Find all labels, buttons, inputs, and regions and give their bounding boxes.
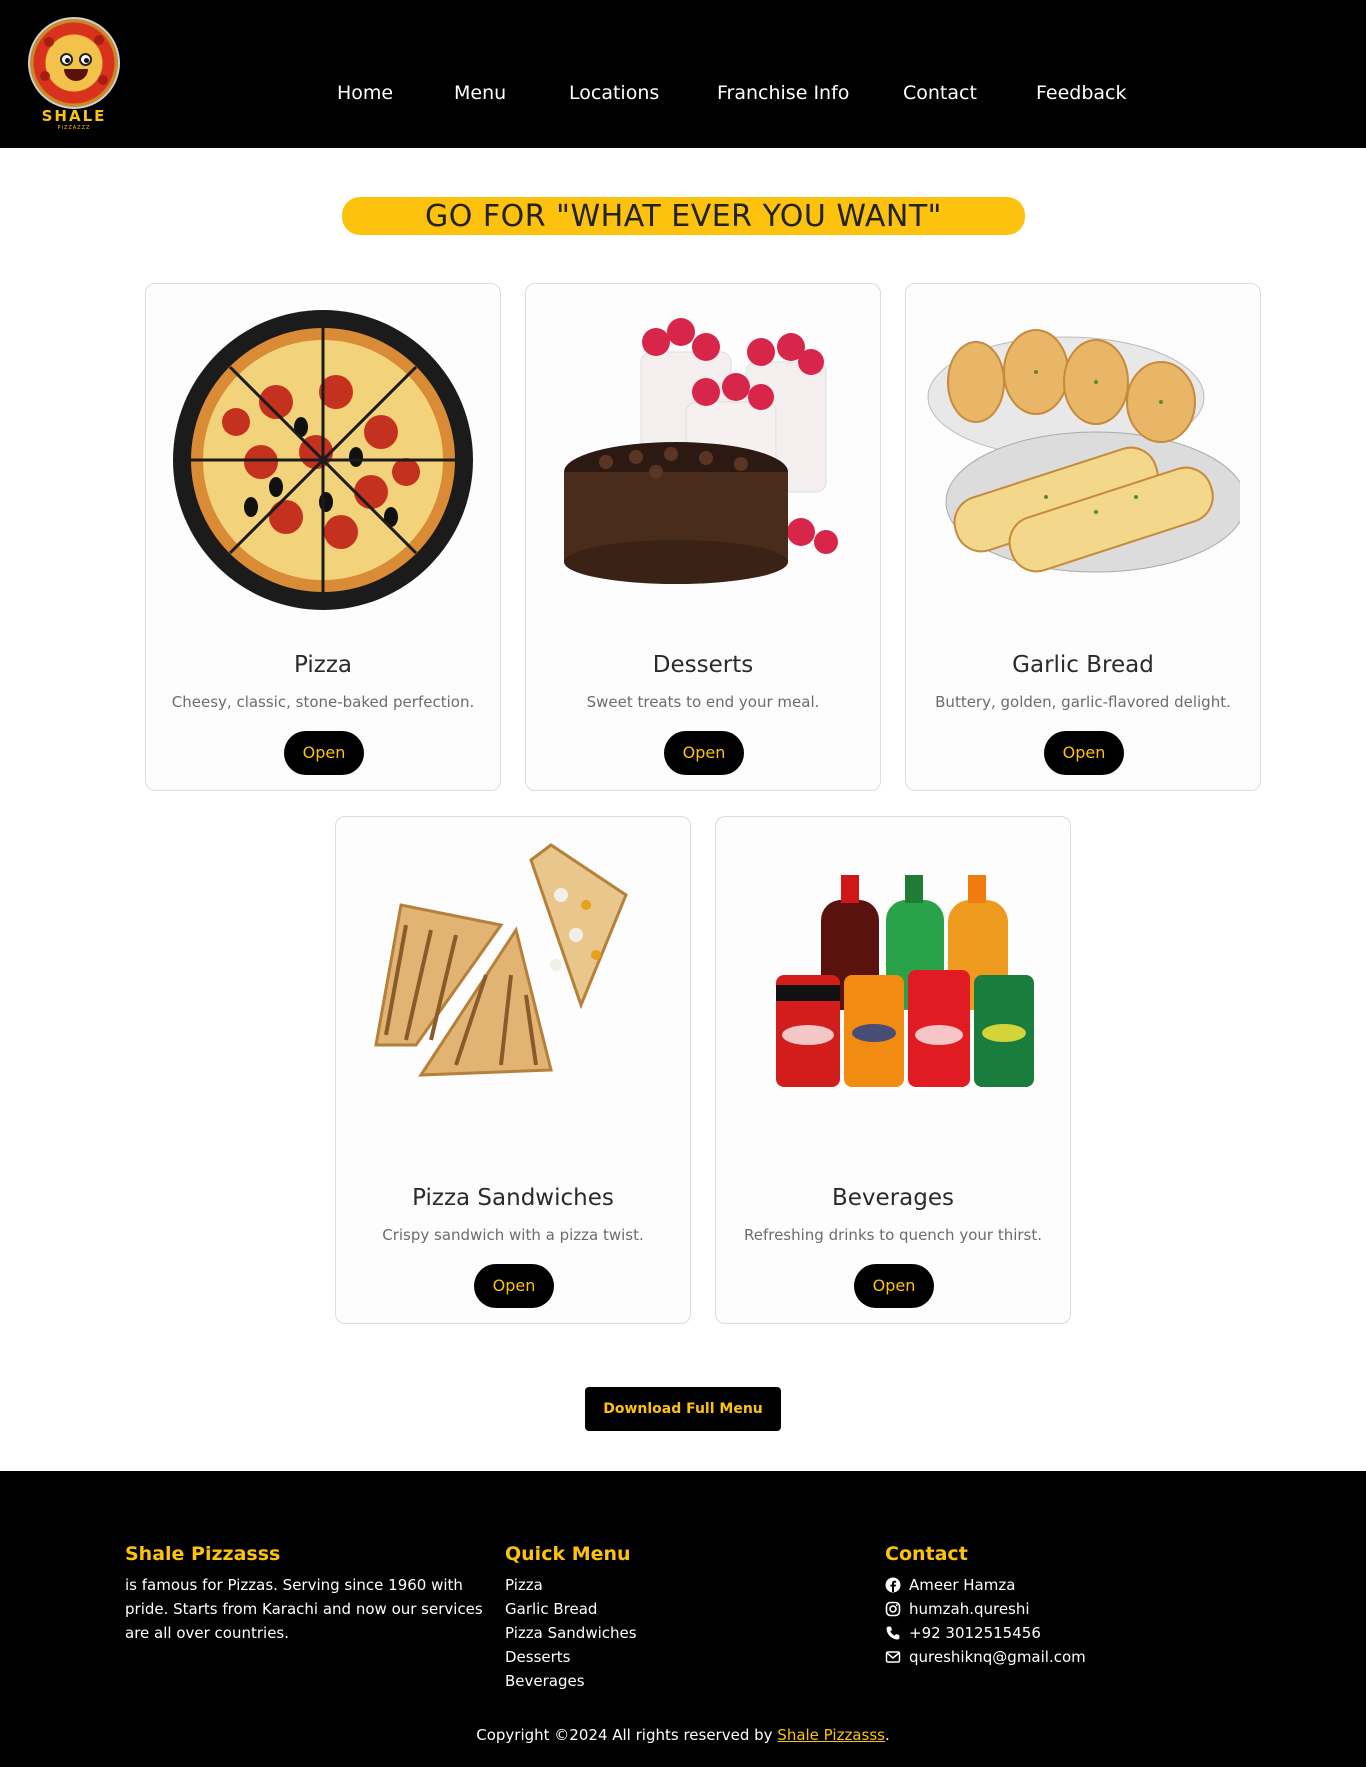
quick-menu-link[interactable]: Desserts	[505, 1645, 845, 1669]
garlic-bread-image	[927, 329, 1240, 573]
quick-menu-link[interactable]: Pizza Sandwiches	[505, 1621, 845, 1645]
contact-phone-text: +92 3012515456	[909, 1624, 1041, 1642]
contact-phone[interactable]: +92 3012515456	[885, 1621, 1225, 1645]
sandwich-image	[374, 843, 628, 1077]
download-menu-button[interactable]: Download Full Menu	[585, 1387, 781, 1431]
nav-menu[interactable]: Menu	[454, 82, 506, 104]
contact-email[interactable]: qureshiknq@gmail.com	[885, 1645, 1225, 1669]
contact-facebook[interactable]: Ameer Hamza	[885, 1573, 1225, 1597]
nav-franchise-info[interactable]: Franchise Info	[717, 82, 849, 104]
brand-logo[interactable]: SHALE PIZZAZZZ	[26, 17, 122, 132]
card-description: Crispy sandwich with a pizza twist.	[382, 1226, 644, 1244]
card-title: Garlic Bread	[1012, 652, 1154, 678]
copyright: Copyright ©2024 All rights reserved by S…	[0, 1726, 1366, 1744]
beverages-image	[776, 875, 1034, 1087]
nav-contact[interactable]: Contact	[903, 82, 977, 104]
open-pizza-sandwiches-button[interactable]: Open	[474, 1264, 554, 1308]
footer-contact-heading: Contact	[885, 1543, 968, 1565]
copyright-suffix: .	[884, 1726, 890, 1744]
card-title: Pizza	[294, 652, 352, 678]
quick-menu-link[interactable]: Garlic Bread	[505, 1597, 845, 1621]
footer-about-heading: Shale Pizzasss	[125, 1543, 281, 1565]
footer-about: Shale Pizzasss is famous for Pizzas. Ser…	[125, 1543, 490, 1645]
quick-menu-link[interactable]: Beverages	[505, 1669, 845, 1693]
card-description: Buttery, golden, garlic-flavored delight…	[935, 693, 1231, 711]
page-title: GO FOR "WHAT EVER YOU WANT"	[425, 199, 942, 234]
copyright-link[interactable]: Shale Pizzasss	[777, 1726, 885, 1744]
footer-about-text: is famous for Pizzas. Serving since 1960…	[125, 1576, 483, 1642]
facebook-icon	[885, 1577, 901, 1593]
logo-wordmark: SHALE	[41, 107, 107, 125]
copyright-text: Copyright ©2024 All rights reserved by	[476, 1726, 773, 1744]
card-description: Cheesy, classic, stone-baked perfection.	[171, 693, 475, 711]
menu-card-pizza-sandwiches: Pizza Sandwiches Crispy sandwich with a …	[335, 816, 691, 1324]
email-icon	[885, 1651, 901, 1663]
contact-email-text: qureshiknq@gmail.com	[909, 1648, 1086, 1666]
card-description: Sweet treats to end your meal.	[586, 693, 820, 711]
menu-card-desserts: Desserts Sweet treats to end your meal. …	[525, 283, 881, 791]
nav-locations[interactable]: Locations	[569, 82, 659, 104]
contact-instagram[interactable]: humzah.qureshi	[885, 1597, 1225, 1621]
menu-card-pizza: Pizza Cheesy, classic, stone-baked perfe…	[145, 283, 501, 791]
logo-subtitle: PIZZAZZZ	[57, 125, 91, 131]
card-title: Desserts	[652, 652, 754, 678]
footer-quick-menu-heading: Quick Menu	[505, 1543, 631, 1565]
open-pizza-button[interactable]: Open	[284, 731, 364, 775]
instagram-icon	[885, 1601, 901, 1617]
contact-facebook-text: Ameer Hamza	[909, 1576, 1016, 1594]
site-footer: Shale Pizzasss is famous for Pizzas. Ser…	[0, 1471, 1366, 1767]
footer-quick-menu: Quick Menu Pizza Garlic Bread Pizza Sand…	[505, 1543, 845, 1693]
open-desserts-button[interactable]: Open	[664, 731, 744, 775]
page-title-banner: GO FOR "WHAT EVER YOU WANT"	[342, 197, 1025, 235]
open-garlic-bread-button[interactable]: Open	[1044, 731, 1124, 775]
card-title: Pizza Sandwiches	[412, 1185, 614, 1211]
nav-feedback[interactable]: Feedback	[1036, 82, 1126, 104]
footer-contact: Contact Ameer Hamza humzah.qureshi +92 3…	[885, 1543, 1225, 1669]
contact-instagram-text: humzah.qureshi	[909, 1600, 1030, 1618]
phone-icon	[886, 1626, 900, 1640]
card-description: Refreshing drinks to quench your thirst.	[743, 1226, 1043, 1244]
pizza-image	[173, 310, 473, 610]
desserts-image	[564, 318, 838, 584]
site-header: SHALE PIZZAZZZ Home Menu Locations Franc…	[0, 0, 1366, 148]
open-beverages-button[interactable]: Open	[854, 1264, 934, 1308]
nav-home[interactable]: Home	[337, 82, 393, 104]
menu-card-beverages: Beverages Refreshing drinks to quench yo…	[715, 816, 1071, 1324]
quick-menu-link[interactable]: Pizza	[505, 1573, 845, 1597]
pizza-logo-icon	[28, 17, 120, 109]
card-title: Beverages	[832, 1185, 954, 1211]
menu-card-garlic-bread: Garlic Bread Buttery, golden, garlic-fla…	[905, 283, 1261, 791]
